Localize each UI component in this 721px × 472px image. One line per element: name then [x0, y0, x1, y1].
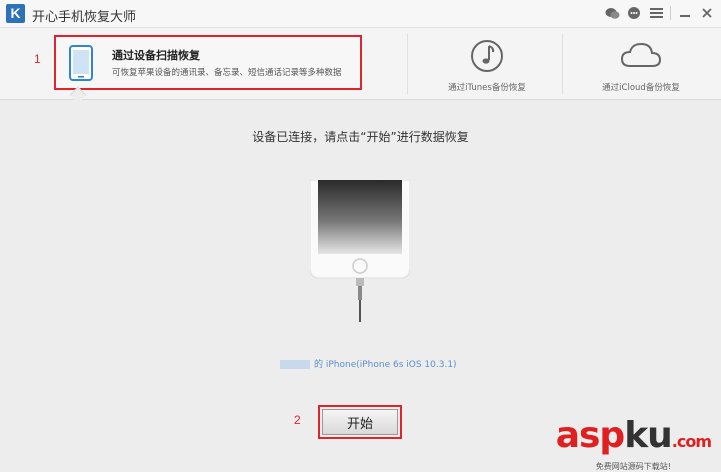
watermark-logo: aspku.com	[555, 415, 712, 456]
tab-divider	[562, 34, 563, 94]
aspku-watermark: aspku.com 免费网站源码下载站!	[555, 415, 712, 472]
close-icon[interactable]	[699, 5, 715, 21]
wechat-icon[interactable]	[604, 5, 620, 21]
tab-icloud-label: 通过iCloud备份恢复	[602, 83, 680, 93]
device-name-label: 的 iPhone(iPhone 6s iOS 10.3.1)	[280, 357, 457, 370]
cloud-icon	[618, 42, 664, 78]
app-logo: K	[6, 4, 25, 23]
minimize-icon[interactable]	[677, 5, 693, 21]
app-title: 开心手机恢复大师	[32, 10, 137, 25]
title-bar: K 开心手机恢复大师	[0, 0, 721, 28]
iphone-illustration	[309, 179, 411, 329]
watermark-subtitle: 免费网站源码下载站!	[595, 462, 671, 471]
tab-itunes-backup[interactable]: 通过iTunes备份恢复	[422, 38, 552, 93]
redacted-owner-name	[280, 360, 310, 369]
phone-icon	[68, 45, 94, 85]
tab-icloud-backup[interactable]: 通过iCloud备份恢复	[576, 38, 706, 93]
annotation-1: 1	[34, 52, 41, 66]
recovery-mode-tabs: 1 通过设备扫描恢复 可恢复苹果设备的通讯录、备忘录、短信通话记录等多种数据 通…	[0, 28, 721, 100]
music-note-icon	[471, 40, 503, 78]
connection-status-text: 设备已连接，请点击“开始”进行数据恢复	[252, 130, 469, 144]
menu-icon[interactable]	[648, 5, 664, 21]
chat-icon[interactable]	[626, 5, 642, 21]
tab-itunes-label: 通过iTunes备份恢复	[448, 83, 526, 93]
window-controls	[604, 5, 715, 21]
device-model-text: 的 iPhone(iPhone 6s iOS 10.3.1)	[314, 360, 457, 370]
tab-device-scan-description: 可恢复苹果设备的通讯录、备忘录、短信通话记录等多种数据	[112, 68, 342, 78]
tab-device-scan-title: 通过设备扫描恢复	[112, 49, 200, 62]
start-button[interactable]: 开始	[322, 409, 398, 435]
tab-divider	[407, 34, 408, 94]
divider	[670, 6, 671, 20]
annotation-2: 2	[294, 413, 301, 427]
start-button-highlight: 开始	[318, 405, 402, 439]
tab-device-scan[interactable]: 通过设备扫描恢复 可恢复苹果设备的通讯录、备忘录、短信通话记录等多种数据	[54, 35, 362, 90]
